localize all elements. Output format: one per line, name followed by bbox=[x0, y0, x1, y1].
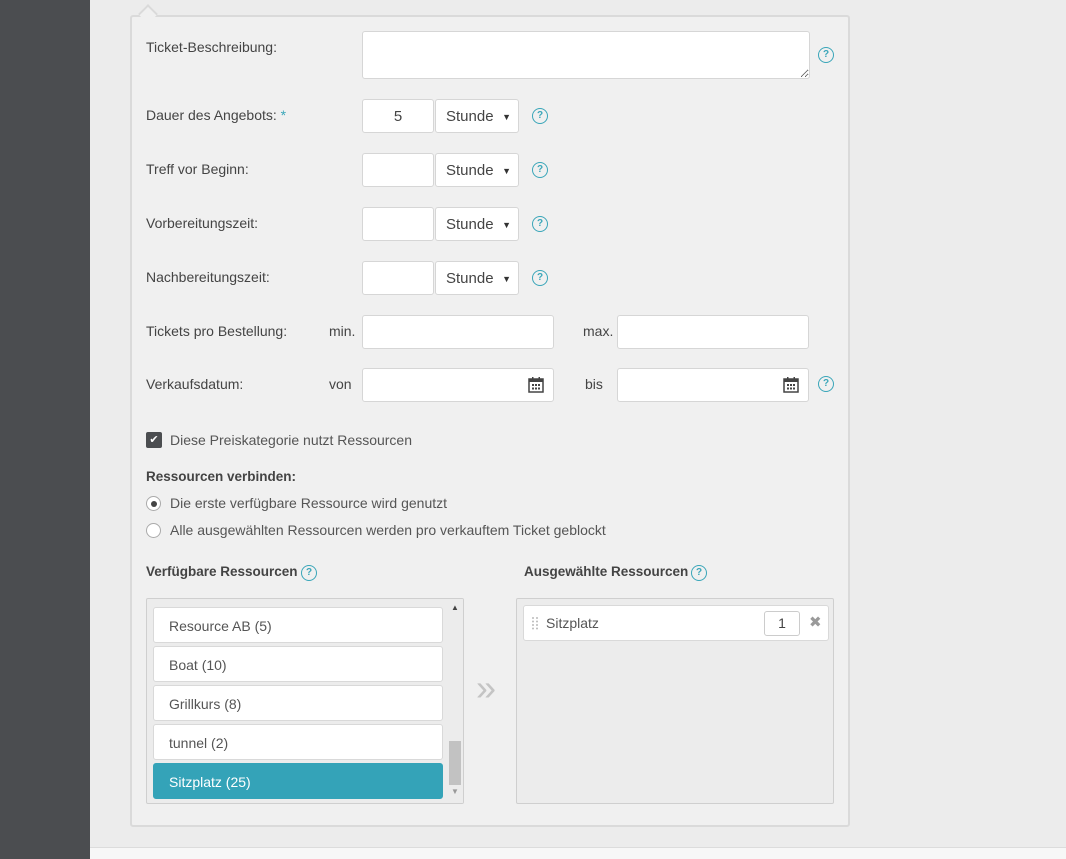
sale-date-from-label: von bbox=[329, 376, 352, 392]
scrollbar-thumb[interactable] bbox=[449, 741, 461, 785]
move-right-icon[interactable]: » bbox=[476, 668, 496, 708]
remove-icon[interactable]: ✖ bbox=[809, 606, 822, 640]
help-icon[interactable]: ? bbox=[818, 47, 834, 63]
ticket-description-input[interactable] bbox=[362, 31, 810, 79]
available-resources-list[interactable]: Resource AB (5) Boat (10) Grillkurs (8) … bbox=[146, 598, 464, 804]
tickets-min-label: min. bbox=[329, 323, 356, 339]
calendar-icon[interactable] bbox=[528, 377, 544, 393]
duration-unit-value: Stunde bbox=[446, 108, 494, 125]
list-item-selected[interactable]: Sitzplatz (25) bbox=[153, 763, 443, 799]
app-sidebar bbox=[0, 0, 90, 859]
meeting-before-unit-value: Stunde bbox=[446, 162, 494, 179]
chevron-down-icon: ▼ bbox=[502, 166, 511, 176]
help-icon[interactable]: ? bbox=[818, 376, 834, 392]
selected-resource-label: Sitzplatz bbox=[546, 615, 599, 631]
meeting-before-label: Treff vor Beginn: bbox=[146, 161, 249, 177]
radio-all-selected[interactable] bbox=[146, 523, 161, 538]
available-resources-heading: Verfügbare Ressourcen bbox=[146, 564, 298, 579]
scroll-down-icon[interactable]: ▼ bbox=[451, 787, 459, 796]
help-icon[interactable]: ? bbox=[532, 270, 548, 286]
list-item[interactable]: Grillkurs (8) bbox=[153, 685, 443, 721]
required-marker: * bbox=[280, 107, 287, 123]
preparation-label: Vorbereitungszeit: bbox=[146, 215, 259, 231]
help-icon[interactable]: ? bbox=[691, 565, 707, 581]
chevron-down-icon: ▼ bbox=[502, 220, 511, 230]
uses-resources-checkbox[interactable]: ✔ bbox=[146, 432, 162, 448]
help-icon[interactable]: ? bbox=[532, 216, 548, 232]
followup-input[interactable] bbox=[362, 261, 434, 295]
help-icon[interactable]: ? bbox=[301, 565, 317, 581]
duration-input[interactable] bbox=[362, 99, 434, 133]
duration-unit-select[interactable]: Stunde ▼ bbox=[435, 99, 519, 133]
preparation-unit-select[interactable]: Stunde ▼ bbox=[435, 207, 519, 241]
chevron-down-icon: ▼ bbox=[502, 274, 511, 284]
help-icon[interactable]: ? bbox=[532, 108, 548, 124]
list-item[interactable]: Boat (10) bbox=[153, 646, 443, 682]
list-item[interactable]: Resource AB (5) bbox=[153, 607, 443, 643]
duration-label-text: Dauer des Angebots: bbox=[146, 107, 277, 123]
meeting-before-unit-select[interactable]: Stunde ▼ bbox=[435, 153, 519, 187]
bottom-strip bbox=[90, 847, 1066, 859]
radio-all-selected-label: Alle ausgewählten Ressourcen werden pro … bbox=[170, 522, 606, 538]
list-item[interactable]: tunnel (2) bbox=[153, 724, 443, 760]
preparation-input[interactable] bbox=[362, 207, 434, 241]
drag-handle-icon[interactable] bbox=[531, 616, 539, 630]
scroll-up-icon[interactable]: ▲ bbox=[451, 603, 459, 612]
selected-resources-list[interactable]: Sitzplatz 1 ✖ bbox=[516, 598, 834, 804]
tickets-max-label: max. bbox=[583, 323, 614, 339]
sale-date-to-input[interactable] bbox=[617, 368, 809, 402]
selected-resource-item[interactable]: Sitzplatz 1 ✖ bbox=[523, 605, 829, 641]
preparation-unit-value: Stunde bbox=[446, 216, 494, 233]
followup-label: Nachbereitungszeit: bbox=[146, 269, 270, 285]
help-icon[interactable]: ? bbox=[532, 162, 548, 178]
tickets-min-input[interactable] bbox=[362, 315, 554, 349]
radio-first-available[interactable] bbox=[146, 496, 161, 511]
selected-resources-heading: Ausgewählte Ressourcen bbox=[524, 564, 689, 579]
calendar-icon[interactable] bbox=[783, 377, 799, 393]
connect-resources-heading: Ressourcen verbinden: bbox=[146, 469, 297, 484]
sale-date-from-input[interactable] bbox=[362, 368, 554, 402]
sale-date-to-label: bis bbox=[585, 376, 603, 392]
followup-unit-select[interactable]: Stunde ▼ bbox=[435, 261, 519, 295]
chevron-down-icon: ▼ bbox=[502, 112, 511, 122]
meeting-before-input[interactable] bbox=[362, 153, 434, 187]
ticket-description-label: Ticket-Beschreibung: bbox=[146, 39, 277, 55]
sale-date-label: Verkaufsdatum: bbox=[146, 376, 244, 392]
tickets-per-order-label: Tickets pro Bestellung: bbox=[146, 323, 288, 339]
radio-first-available-label: Die erste verfügbare Ressource wird genu… bbox=[170, 495, 448, 511]
uses-resources-label: Diese Preiskategorie nutzt Ressourcen bbox=[170, 432, 413, 448]
followup-unit-value: Stunde bbox=[446, 270, 494, 287]
quantity-input[interactable]: 1 bbox=[764, 611, 800, 636]
duration-label: Dauer des Angebots: * bbox=[146, 107, 286, 123]
tickets-max-input[interactable] bbox=[617, 315, 809, 349]
